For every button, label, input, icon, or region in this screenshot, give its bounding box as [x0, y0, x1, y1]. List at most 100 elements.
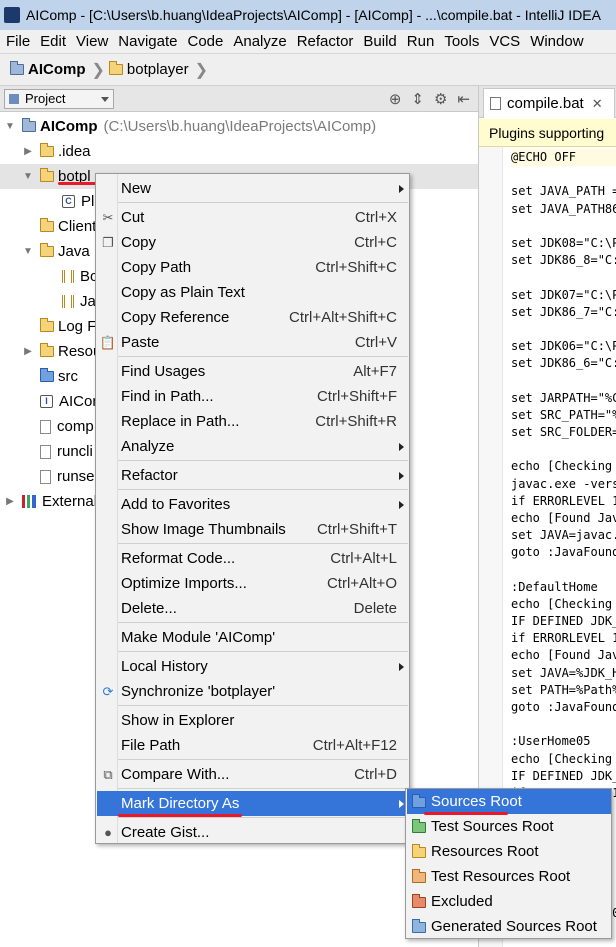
- menu-item-shortcut: Ctrl+Alt+L: [330, 550, 397, 567]
- submenu-item-sources-root[interactable]: Sources Root: [407, 789, 611, 814]
- submenu-item-label: Test Resources Root: [431, 868, 571, 885]
- tab-compile-bat[interactable]: compile.bat ✕: [483, 88, 615, 118]
- menu-item-label: Optimize Imports...: [121, 575, 247, 592]
- locate-icon[interactable]: ⊕: [389, 90, 402, 108]
- submenu-item-test-resources-root[interactable]: Test Resources Root: [407, 864, 611, 889]
- editor-tabs: compile.bat ✕: [479, 86, 616, 118]
- menu-item-new[interactable]: New: [97, 176, 409, 201]
- folder-icon: [40, 343, 54, 357]
- menu-separator: [118, 705, 408, 706]
- menu-separator: [118, 489, 408, 490]
- menu-item-label: Make Module 'AIComp': [121, 629, 276, 646]
- menu-tools[interactable]: Tools: [440, 33, 483, 50]
- submenu-item-test-sources-root[interactable]: Test Sources Root: [407, 814, 611, 839]
- folder-icon: [40, 143, 54, 157]
- folder-icon: [40, 318, 54, 332]
- gear-icon[interactable]: ⚙: [434, 90, 447, 108]
- menu-item-mark-directory-as[interactable]: Mark Directory As: [97, 791, 409, 816]
- expanded-arrow-icon[interactable]: ▼: [4, 121, 16, 132]
- hide-panel-icon[interactable]: ⇤: [457, 90, 470, 108]
- menu-item-analyze[interactable]: Analyze: [97, 434, 409, 459]
- expanded-arrow-icon[interactable]: ▼: [22, 246, 34, 257]
- breadcrumb-separator-icon: ❯: [91, 61, 105, 79]
- menu-item-replace-in-path[interactable]: Replace in Path... Ctrl+Shift+R: [97, 409, 409, 434]
- menu-build[interactable]: Build: [359, 33, 400, 50]
- collapsed-arrow-icon[interactable]: ▶: [22, 146, 34, 157]
- submenu-item-resources-root[interactable]: Resources Root: [407, 839, 611, 864]
- menu-item-make-module[interactable]: Make Module 'AIComp': [97, 625, 409, 650]
- sync-icon: ⟳: [102, 683, 114, 699]
- menu-vcs[interactable]: VCS: [485, 33, 524, 50]
- menu-item-label: Copy Reference: [121, 309, 230, 326]
- menu-item-cut[interactable]: ✂ Cut Ctrl+X: [97, 205, 409, 230]
- menu-item-label: Local History: [121, 658, 208, 675]
- menu-item-refactor[interactable]: Refactor: [97, 463, 409, 488]
- collapsed-arrow-icon[interactable]: ▶: [22, 346, 34, 357]
- menu-separator: [118, 356, 408, 357]
- menu-view[interactable]: View: [72, 33, 112, 50]
- context-menu: New ✂ Cut Ctrl+X ❐ Copy Ctrl+C Copy Path…: [95, 173, 410, 844]
- menu-separator: [118, 651, 408, 652]
- menu-item-show-in-explorer[interactable]: Show in Explorer: [97, 708, 409, 733]
- menu-item-local-history[interactable]: Local History: [97, 654, 409, 679]
- breadcrumb-child[interactable]: botplayer: [127, 61, 189, 78]
- menu-item-copy-plain-text[interactable]: Copy as Plain Text: [97, 280, 409, 305]
- menu-item-file-path[interactable]: File Path Ctrl+Alt+F12: [97, 733, 409, 758]
- code-line: IF DEFINED JDK_: [511, 768, 616, 783]
- menu-item-add-to-favorites[interactable]: Add to Favorites: [97, 492, 409, 517]
- code-line: set JDK06="C:\P: [511, 339, 616, 354]
- menu-item-compare-with[interactable]: ⧉ Compare With... Ctrl+D: [97, 762, 409, 787]
- menu-item-find-usages[interactable]: Find Usages Alt+F7: [97, 359, 409, 384]
- menu-item-paste[interactable]: 📋 Paste Ctrl+V: [97, 330, 409, 355]
- menu-item-shortcut: Ctrl+Alt+Shift+C: [289, 309, 397, 326]
- menu-analyze[interactable]: Analyze: [229, 33, 290, 50]
- menu-item-find-in-path[interactable]: Find in Path... Ctrl+Shift+F: [97, 384, 409, 409]
- code-line: :DefaultHome: [511, 579, 598, 594]
- menu-item-copy-reference[interactable]: Copy Reference Ctrl+Alt+Shift+C: [97, 305, 409, 330]
- menu-item-show-image-thumbnails[interactable]: Show Image Thumbnails Ctrl+Shift+T: [97, 517, 409, 542]
- menu-edit[interactable]: Edit: [36, 33, 70, 50]
- menu-item-shortcut: Ctrl+C: [354, 234, 397, 251]
- menu-file[interactable]: File: [2, 33, 34, 50]
- tree-item-label: Ja: [80, 293, 96, 310]
- menu-window[interactable]: Window: [526, 33, 587, 50]
- breadcrumb-root[interactable]: AIComp: [28, 61, 86, 78]
- menu-item-optimize-imports[interactable]: Optimize Imports... Ctrl+Alt+O: [97, 571, 409, 596]
- submenu-item-excluded[interactable]: Excluded: [407, 889, 611, 914]
- menu-refactor[interactable]: Refactor: [293, 33, 358, 50]
- menu-item-delete[interactable]: Delete... Delete: [97, 596, 409, 621]
- collapse-icon[interactable]: ⇕: [411, 90, 424, 108]
- project-tool-icons: ⊕ ⇕ ⚙ ⇤: [389, 90, 470, 108]
- menu-item-shortcut: Ctrl+Alt+O: [326, 575, 397, 592]
- tree-item-label: Log F: [58, 318, 97, 335]
- menu-separator: [118, 543, 408, 544]
- tree-root[interactable]: ▼ AIComp (C:\Users\b.huang\IdeaProjects\…: [0, 114, 478, 139]
- menu-item-create-gist[interactable]: ● Create Gist...: [97, 820, 409, 845]
- copy-icon: ❐: [102, 234, 114, 250]
- menu-separator: [118, 622, 408, 623]
- menu-navigate[interactable]: Navigate: [114, 33, 181, 50]
- menu-separator: [118, 460, 408, 461]
- tree-item-idea[interactable]: ▶ .idea: [0, 139, 478, 164]
- tree-item-label: src: [58, 368, 78, 385]
- expanded-arrow-icon[interactable]: ▼: [22, 171, 34, 182]
- menu-item-shortcut: Ctrl+Alt+F12: [312, 737, 397, 754]
- close-icon[interactable]: ✕: [592, 96, 603, 112]
- menu-item-synchronize[interactable]: ⟳ Synchronize 'botplayer': [97, 679, 409, 704]
- menu-item-reformat-code[interactable]: Reformat Code... Ctrl+Alt+L: [97, 546, 409, 571]
- code-line: set JARPATH="%C: [511, 390, 616, 405]
- code-line: echo [Checking: [511, 751, 613, 766]
- project-view-selector[interactable]: Project: [4, 88, 114, 109]
- menu-code[interactable]: Code: [183, 33, 227, 50]
- submenu-item-generated-sources-root[interactable]: Generated Sources Root: [407, 914, 611, 939]
- collapsed-arrow-icon[interactable]: ▶: [4, 496, 16, 507]
- menu-item-copy[interactable]: ❐ Copy Ctrl+C: [97, 230, 409, 255]
- menu-item-copy-path[interactable]: Copy Path Ctrl+Shift+C: [97, 255, 409, 280]
- menu-run[interactable]: Run: [403, 33, 439, 50]
- code-line: echo [Found Jav: [511, 510, 616, 525]
- menu-item-shortcut: Ctrl+V: [354, 334, 397, 351]
